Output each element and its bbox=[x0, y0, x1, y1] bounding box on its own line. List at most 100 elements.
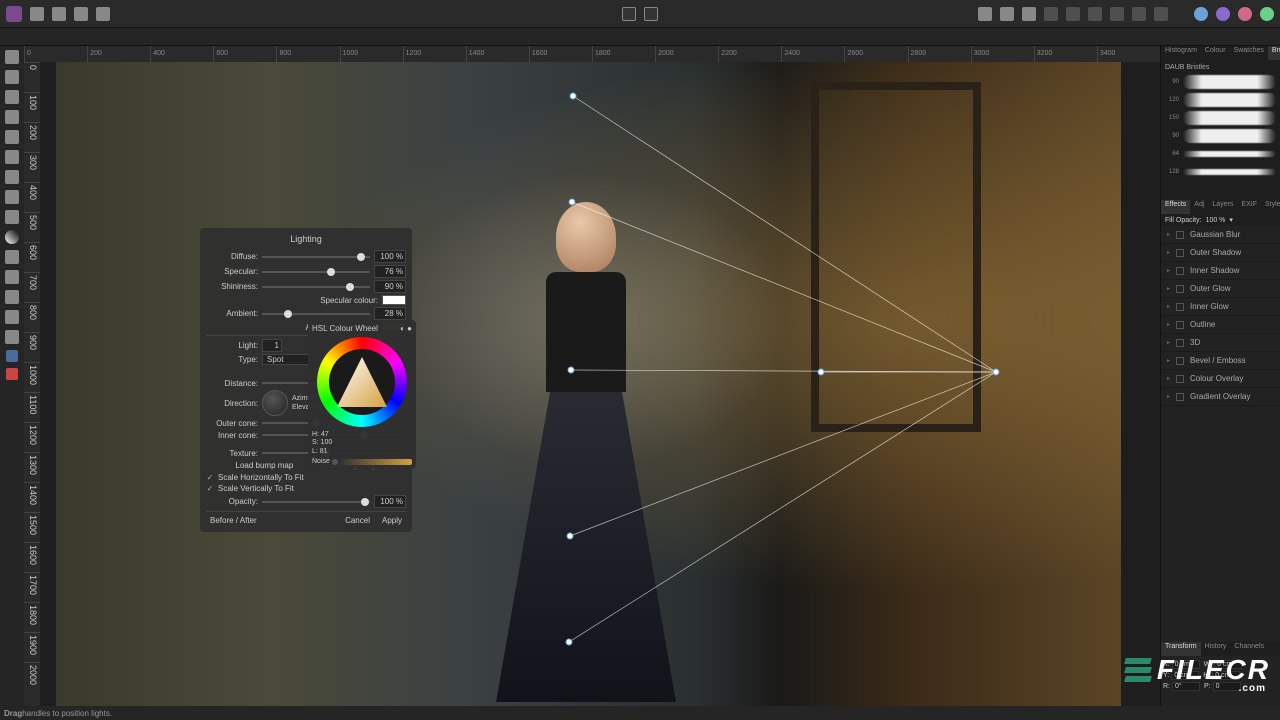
specular-colour-swatch[interactable] bbox=[382, 295, 406, 305]
brushes-panel[interactable]: DAUB Bristles 901201509064128 bbox=[1161, 60, 1280, 200]
effect-inner-shadow[interactable]: Inner Shadow bbox=[1161, 262, 1280, 280]
noise-slider[interactable] bbox=[340, 459, 412, 465]
share-icon[interactable] bbox=[96, 7, 110, 21]
selection-tool-icon[interactable] bbox=[5, 70, 19, 84]
effect-outer-shadow[interactable]: Outer Shadow bbox=[1161, 244, 1280, 262]
pen-tool-icon[interactable] bbox=[5, 270, 19, 284]
effect-bevel-emboss[interactable]: Bevel / Emboss bbox=[1161, 352, 1280, 370]
shininess-value[interactable]: 90 % bbox=[374, 280, 406, 293]
align-center-icon[interactable] bbox=[1000, 7, 1014, 21]
effect-gradient-overlay[interactable]: Gradient Overlay bbox=[1161, 388, 1280, 406]
ruler-vertical: 0100200300400500600700800900100011001200… bbox=[24, 62, 40, 706]
gear-icon[interactable] bbox=[52, 7, 66, 21]
panel-tabs-mid[interactable]: EffectsAdjLayersEXIFStyles bbox=[1161, 200, 1280, 214]
light-label: Light: bbox=[206, 341, 258, 350]
zoom-tool-icon[interactable] bbox=[5, 330, 19, 344]
flip-v-icon[interactable] bbox=[1154, 7, 1168, 21]
text-tool-icon[interactable] bbox=[5, 310, 19, 324]
document-icon[interactable] bbox=[30, 7, 44, 21]
effect-outline[interactable]: Outline bbox=[1161, 316, 1280, 334]
fill-opacity-value[interactable]: 100 % bbox=[1206, 217, 1226, 224]
scale-h-check[interactable]: ✓ bbox=[206, 474, 214, 482]
effect-inner-glow[interactable]: Inner Glow bbox=[1161, 298, 1280, 316]
persona-liquify-icon[interactable] bbox=[1216, 7, 1230, 21]
before-after-button[interactable]: Before / After bbox=[206, 515, 261, 526]
status-bar: Drag handles to position lights. bbox=[0, 706, 1280, 720]
tab-colour[interactable]: Colour bbox=[1201, 46, 1230, 60]
light-value[interactable]: 1 bbox=[262, 339, 282, 352]
shininess-label: Shininess: bbox=[206, 282, 258, 291]
colour-wheel[interactable] bbox=[317, 337, 407, 427]
gradient-tool-icon[interactable] bbox=[5, 230, 19, 244]
eraser-tool-icon[interactable] bbox=[5, 210, 19, 224]
effect-gaussian-blur[interactable]: Gaussian Blur bbox=[1161, 226, 1280, 244]
effect-colour-overlay[interactable]: Colour Overlay bbox=[1161, 370, 1280, 388]
app-logo-icon bbox=[6, 6, 22, 22]
ambient-label: Ambient: bbox=[206, 309, 258, 318]
flip-h-icon[interactable] bbox=[1132, 7, 1146, 21]
align-left-icon[interactable] bbox=[978, 7, 992, 21]
brush-set-label[interactable]: DAUB Bristles bbox=[1163, 62, 1278, 73]
scale-v-check[interactable]: ✓ bbox=[206, 485, 214, 493]
arrange-icon[interactable] bbox=[1044, 7, 1058, 21]
effect-outer-glow[interactable]: Outer Glow bbox=[1161, 280, 1280, 298]
clone-tool-icon[interactable] bbox=[5, 130, 19, 144]
tab-exif[interactable]: EXIF bbox=[1237, 200, 1261, 214]
ambient-value[interactable]: 28 % bbox=[374, 307, 406, 320]
blur-tool-icon[interactable] bbox=[5, 170, 19, 184]
brush-tool-icon[interactable] bbox=[5, 110, 19, 124]
colour-wheel-panel[interactable]: HSL Colour Wheel◐ ● H: 47 S: 100 L: 81 N… bbox=[308, 320, 416, 469]
opacity-label: Opacity: bbox=[206, 497, 258, 506]
tab-swatches[interactable]: Swatches bbox=[1230, 46, 1268, 60]
effects-panel[interactable]: Fill Opacity:100 %▾ Gaussian BlurOuter S… bbox=[1161, 214, 1280, 642]
brush-item[interactable]: 150 bbox=[1163, 109, 1278, 127]
apply-button[interactable]: Apply bbox=[378, 515, 406, 526]
diffuse-value[interactable]: 100 % bbox=[374, 250, 406, 263]
panel-tabs-top[interactable]: HistogramColourSwatchesBrushes bbox=[1161, 46, 1280, 60]
opacity-slider[interactable] bbox=[262, 497, 370, 507]
tab-effects[interactable]: Effects bbox=[1161, 200, 1190, 214]
align-right-icon[interactable] bbox=[1022, 7, 1036, 21]
tab-adj[interactable]: Adj bbox=[1190, 200, 1208, 214]
persona-develop-icon[interactable] bbox=[1238, 7, 1252, 21]
tab-layers[interactable]: Layers bbox=[1208, 200, 1237, 214]
cancel-button[interactable]: Cancel bbox=[341, 515, 374, 526]
load-bump-button[interactable]: Load bump map bbox=[232, 460, 298, 471]
brush-item[interactable]: 90 bbox=[1163, 73, 1278, 91]
background-swatch-icon[interactable] bbox=[6, 368, 18, 380]
clipboard-icon[interactable] bbox=[74, 7, 88, 21]
info-icon[interactable] bbox=[622, 7, 636, 21]
effect--d[interactable]: 3D bbox=[1161, 334, 1280, 352]
scale-h-label: Scale Horizontally To Fit bbox=[218, 473, 304, 482]
tab-brushes[interactable]: Brushes bbox=[1268, 46, 1280, 60]
persona-photo-icon[interactable] bbox=[1194, 7, 1208, 21]
opacity-value[interactable]: 100 % bbox=[374, 495, 406, 508]
brush-item[interactable]: 64 bbox=[1163, 145, 1278, 163]
backward-icon[interactable] bbox=[1110, 7, 1124, 21]
dodge-tool-icon[interactable] bbox=[5, 190, 19, 204]
group-icon[interactable] bbox=[1066, 7, 1080, 21]
tab-histogram[interactable]: Histogram bbox=[1161, 46, 1201, 60]
shininess-slider[interactable] bbox=[262, 282, 370, 292]
direction-orb[interactable] bbox=[262, 390, 288, 416]
distance-label: Distance: bbox=[206, 379, 258, 388]
colour-wheel-title[interactable]: HSL Colour Wheel bbox=[312, 324, 378, 333]
diffuse-label: Diffuse: bbox=[206, 252, 258, 261]
ambient-slider[interactable] bbox=[262, 309, 370, 319]
tab-styles[interactable]: Styles bbox=[1261, 200, 1280, 214]
move-tool-icon[interactable] bbox=[5, 50, 19, 64]
heal-tool-icon[interactable] bbox=[5, 150, 19, 164]
shape-tool-icon[interactable] bbox=[5, 290, 19, 304]
diffuse-slider[interactable] bbox=[262, 252, 370, 262]
brush-item[interactable]: 90 bbox=[1163, 127, 1278, 145]
selection-mode-icon[interactable] bbox=[644, 7, 658, 21]
fill-tool-icon[interactable] bbox=[5, 250, 19, 264]
forward-icon[interactable] bbox=[1088, 7, 1102, 21]
persona-export-icon[interactable] bbox=[1260, 7, 1274, 21]
specular-value[interactable]: 76 % bbox=[374, 265, 406, 278]
foreground-swatch-icon[interactable] bbox=[6, 350, 18, 362]
crop-tool-icon[interactable] bbox=[5, 90, 19, 104]
brush-item[interactable]: 120 bbox=[1163, 91, 1278, 109]
brush-item[interactable]: 128 bbox=[1163, 163, 1278, 181]
specular-slider[interactable] bbox=[262, 267, 370, 277]
